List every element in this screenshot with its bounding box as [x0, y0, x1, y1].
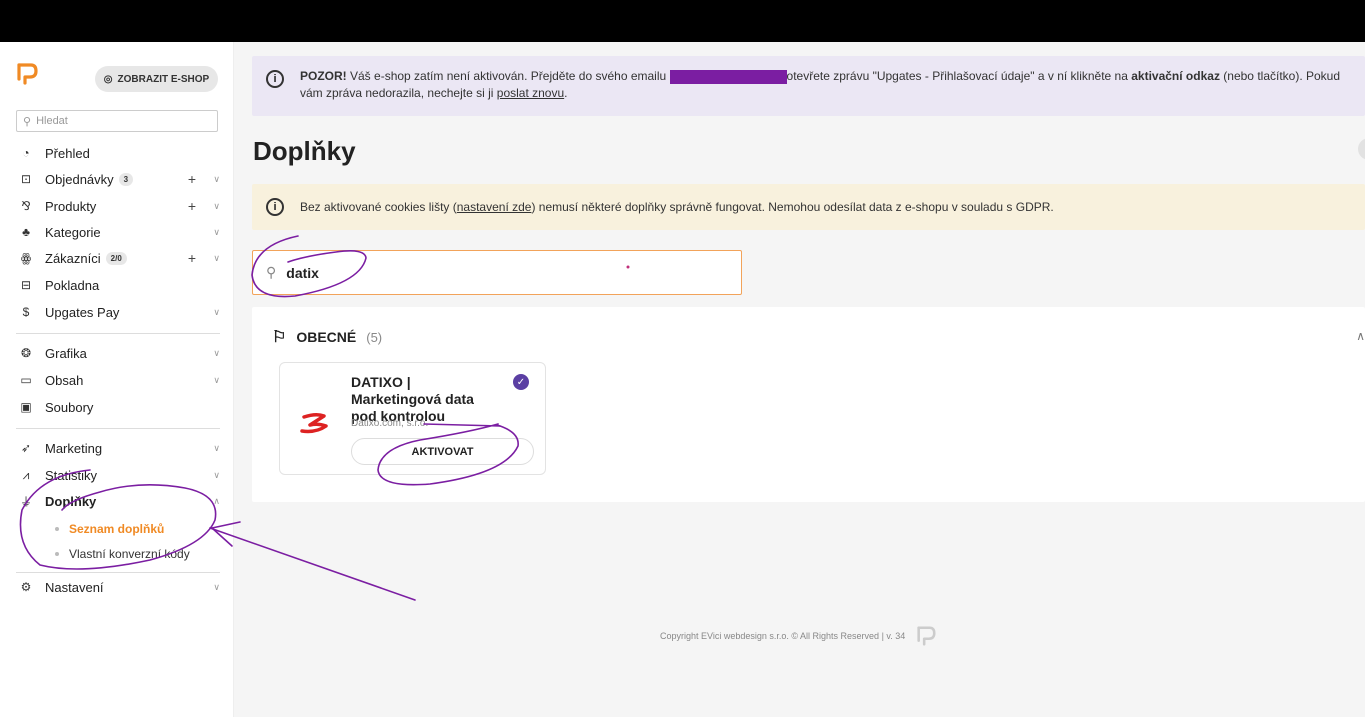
- chevron-down-icon[interactable]: ∨: [213, 307, 220, 318]
- divider: [16, 428, 220, 429]
- sidebar-item-objednavky[interactable]: ⊡ Objednávky 3 + ∨: [16, 168, 220, 190]
- product-icon: ⅋: [21, 199, 31, 213]
- dollar-icon: $: [22, 305, 30, 319]
- upgates-footer-logo: [917, 626, 936, 646]
- sidebar-item-obsah[interactable]: ▭ Obsah ∨: [16, 369, 220, 391]
- gear-icon: ⚙: [20, 580, 32, 594]
- sidebar-item-zakaznici[interactable]: ꙮ Zákazníci 2/0 + ∨: [16, 247, 220, 269]
- activate-button[interactable]: AKTIVOVAT: [351, 438, 534, 465]
- flag-icon: ⚐: [272, 329, 287, 346]
- verified-check-icon: ✓: [513, 374, 529, 390]
- chevron-down-icon[interactable]: ∨: [213, 582, 220, 593]
- main-content: i POZOR! Váš e-shop zatím není aktivován…: [234, 42, 1365, 717]
- image-icon: ▣: [20, 400, 32, 414]
- redacted-email: [669, 69, 787, 84]
- plug-icon: ⏚: [19, 494, 32, 509]
- eye-icon: ◎: [103, 73, 113, 85]
- inbox-icon: ⊡: [20, 172, 32, 186]
- hierarchy-icon: ♣: [22, 225, 30, 239]
- palette-icon: ❂: [20, 346, 32, 360]
- chevron-down-icon[interactable]: ∨: [213, 470, 220, 481]
- sidebar-item-kategorie[interactable]: ♣ Kategorie ∨: [16, 221, 220, 243]
- rocket-icon: ➶: [20, 441, 32, 455]
- sidebar-item-soubory[interactable]: ▣ Soubory: [16, 396, 220, 418]
- users-icon: ꙮ: [20, 251, 32, 265]
- sidebar-item-doplnky[interactable]: ⏚ Doplňky ∧: [16, 490, 220, 512]
- activation-alert: i POZOR! Váš e-shop zatím není aktivován…: [252, 56, 1365, 116]
- content-icon: ▭: [20, 373, 32, 387]
- show-eshop-button[interactable]: ◎ ZOBRAZIT E-SHOP: [95, 66, 218, 92]
- bullet-icon: [55, 527, 59, 531]
- chevron-down-icon[interactable]: ∨: [213, 348, 220, 359]
- sidebar-item-grafika[interactable]: ❂ Grafika ∨: [16, 342, 220, 364]
- orders-count-badge: 3: [118, 172, 134, 186]
- chevron-up-icon[interactable]: ∧: [213, 496, 220, 507]
- customers-count-badge: 2/0: [105, 251, 127, 265]
- cookie-warning-text: Bez aktivované cookies lišty (nastavení …: [300, 200, 1054, 214]
- cookie-settings-link[interactable]: nastavení zde: [457, 200, 532, 214]
- footer: Copyright EVici webdesign s.r.o. © All R…: [660, 625, 937, 647]
- activation-link[interactable]: aktivační odkaz: [1131, 69, 1220, 83]
- search-icon: ⚲: [266, 264, 277, 280]
- sidebar-item-pokladna[interactable]: ⊟ Pokladna: [16, 274, 220, 296]
- add-product-icon[interactable]: +: [188, 198, 196, 214]
- speedometer-icon: ◔: [22, 146, 30, 160]
- search-icon: ⚲: [23, 115, 32, 128]
- cash-register-icon: ⊟: [20, 278, 32, 292]
- addon-vendor: Datixo.com, s.r.o.: [351, 418, 429, 429]
- sidebar-item-prehled[interactable]: ◔ Přehled: [16, 142, 220, 164]
- sidebar-subitem-vlastni-konverzni-kody[interactable]: Vlastní konverzní kódy: [55, 545, 190, 563]
- page-title: Doplňky: [253, 136, 356, 166]
- resend-link[interactable]: poslat znovu: [497, 86, 564, 100]
- divider: [16, 333, 220, 334]
- chevron-down-icon[interactable]: ∨: [213, 375, 220, 386]
- chevron-down-icon[interactable]: ∨: [213, 443, 220, 454]
- top-bar: [0, 0, 1365, 42]
- sidebar-item-produkty[interactable]: ⅋ Produkty + ∨: [16, 195, 220, 217]
- addon-search-input[interactable]: ⚲ datix: [252, 250, 742, 295]
- category-header[interactable]: ⚐ OBECNÉ (5): [272, 327, 382, 347]
- info-icon: i: [266, 70, 284, 88]
- addon-category-panel: ⚐ OBECNÉ (5) ∧ DATIXO | Marketingová dat…: [252, 307, 1365, 502]
- sidebar-item-marketing[interactable]: ➶ Marketing ∨: [16, 437, 220, 459]
- help-circle-button[interactable]: [1358, 138, 1365, 160]
- add-customer-icon[interactable]: +: [188, 250, 196, 266]
- sidebar-item-upgates-pay[interactable]: $ Upgates Pay ∨: [16, 301, 220, 323]
- bullet-icon: [55, 552, 59, 556]
- chevron-down-icon[interactable]: ∨: [213, 201, 220, 212]
- sidebar-subitem-seznam-doplnku[interactable]: Seznam doplňků: [55, 520, 164, 538]
- sidebar-item-nastaveni[interactable]: ⚙ Nastavení ∨: [16, 576, 220, 598]
- add-order-icon[interactable]: +: [188, 171, 196, 187]
- chevron-up-icon[interactable]: ∧: [1356, 329, 1365, 343]
- info-icon: i: [266, 198, 284, 216]
- datixo-logo: [300, 412, 328, 434]
- addon-card: DATIXO | Marketingová data pod kontrolou…: [279, 362, 546, 475]
- sidebar: ◎ ZOBRAZIT E-SHOP ⚲ Hledat ◔ Přehled ⊡ O…: [0, 42, 234, 717]
- chevron-down-icon[interactable]: ∨: [213, 227, 220, 238]
- sidebar-search-input[interactable]: ⚲ Hledat: [16, 110, 218, 132]
- upgates-logo[interactable]: [16, 62, 38, 86]
- activation-alert-text: POZOR! Váš e-shop zatím není aktivován. …: [300, 69, 1341, 100]
- cookie-warning: i Bez aktivované cookies lišty (nastaven…: [252, 184, 1365, 230]
- divider: [16, 572, 220, 573]
- chevron-down-icon[interactable]: ∨: [213, 174, 220, 185]
- chevron-down-icon[interactable]: ∨: [213, 253, 220, 264]
- sidebar-item-statistiky[interactable]: ⩘ Statistiky ∨: [16, 464, 220, 486]
- line-chart-icon: ⩘: [22, 467, 30, 482]
